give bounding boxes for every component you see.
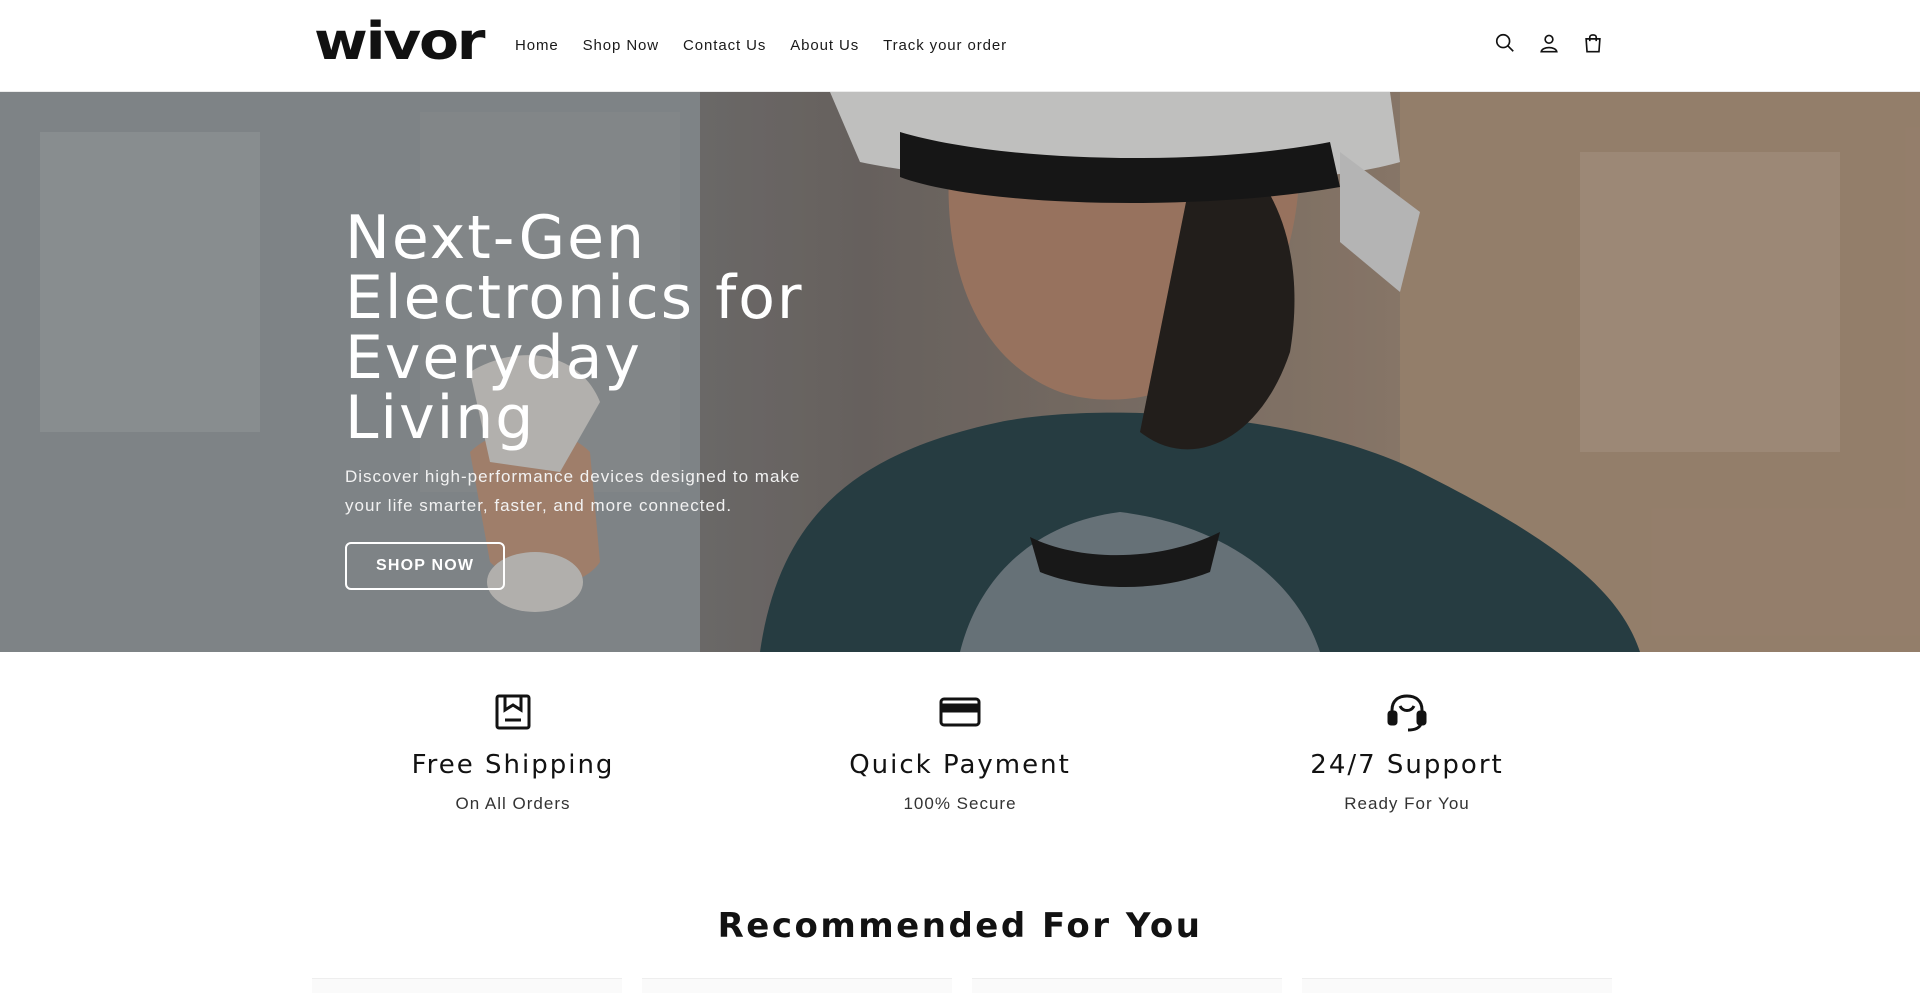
nav-contact-us[interactable]: Contact Us: [671, 35, 778, 57]
product-card[interactable]: [1302, 978, 1612, 993]
shop-now-button[interactable]: SHOP NOW: [345, 542, 506, 590]
feature-title: Free Shipping: [411, 750, 615, 780]
feature-support: 24/7 Support Ready For You: [1207, 692, 1607, 814]
nav-track-order[interactable]: Track your order: [871, 35, 1019, 57]
headset-support-icon: [1207, 692, 1607, 736]
features-section: Free Shipping On All Orders Quick Paymen…: [0, 652, 1920, 852]
product-card[interactable]: [312, 978, 622, 993]
main-nav: Home Shop Now Contact Us About Us Track …: [503, 35, 1019, 57]
feature-subtitle: Ready For You: [1344, 794, 1470, 813]
shipping-box-icon: [313, 692, 713, 736]
feature-subtitle: On All Orders: [455, 794, 571, 813]
nav-about-us[interactable]: About Us: [778, 35, 871, 57]
account-icon[interactable]: [1534, 28, 1564, 58]
header-icons: [1490, 28, 1608, 58]
feature-free-shipping: Free Shipping On All Orders: [313, 692, 713, 814]
brand-logo[interactable]: wivor: [314, 14, 486, 70]
product-card[interactable]: [972, 978, 1282, 993]
recommended-title: Recommended For You: [717, 906, 1203, 946]
product-grid: [312, 978, 1612, 993]
feature-title: 24/7 Support: [1310, 750, 1504, 780]
feature-quick-payment: Quick Payment 100% Secure: [760, 692, 1160, 814]
credit-card-icon: [760, 692, 1160, 736]
hero-content: Next-Gen Electronics for Everyday Living…: [345, 208, 845, 590]
search-icon[interactable]: [1490, 28, 1520, 58]
feature-title: Quick Payment: [849, 750, 1071, 780]
feature-subtitle: 100% Secure: [903, 794, 1017, 813]
hero-subtitle: Discover high-performance devices design…: [345, 467, 801, 515]
hero-overlay: [0, 92, 1920, 652]
cart-icon[interactable]: [1578, 28, 1608, 58]
site-header: wivor Home Shop Now Contact Us About Us …: [0, 0, 1920, 92]
hero-title: Next-Gen Electronics for Everyday Living: [345, 208, 845, 448]
hero-banner: Next-Gen Electronics for Everyday Living…: [0, 92, 1920, 652]
product-card[interactable]: [642, 978, 952, 993]
nav-shop-now[interactable]: Shop Now: [571, 35, 671, 57]
hero-title-line3: Everyday Living: [345, 323, 642, 453]
nav-home[interactable]: Home: [503, 35, 571, 57]
